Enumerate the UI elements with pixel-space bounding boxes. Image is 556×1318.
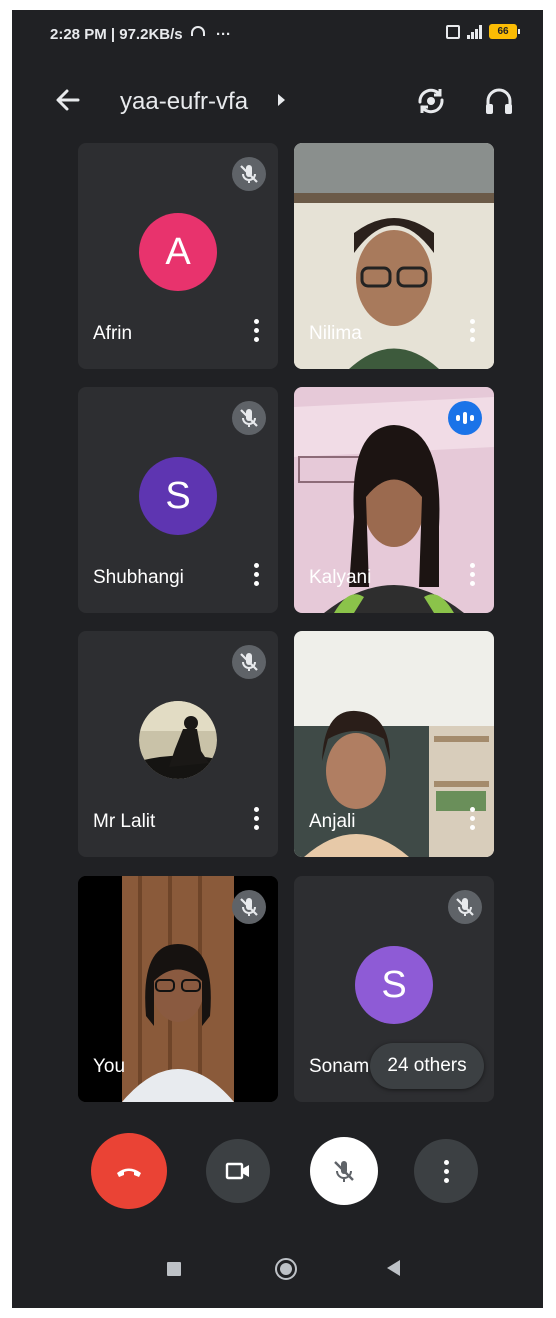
mic-toggle-button[interactable] <box>310 1137 378 1205</box>
participant-tile[interactable]: Kalyani <box>294 387 494 613</box>
participant-tile[interactable]: Anjali <box>294 631 494 857</box>
more-vertical-icon[interactable] <box>468 563 476 591</box>
participant-name: Nilima <box>309 323 362 344</box>
participant-name: Sonam <box>309 1056 370 1077</box>
nav-back-triangle-icon[interactable] <box>387 1260 400 1276</box>
participant-name: Shubhangi <box>93 567 184 588</box>
mic-off-icon <box>232 401 266 435</box>
avatar <box>139 701 217 779</box>
meeting-code[interactable]: yaa-eufr-vfa <box>120 88 248 116</box>
avatar: A <box>139 213 217 291</box>
participant-tile[interactable]: Mr Lalit <box>78 631 278 857</box>
self-tile[interactable]: You <box>78 876 278 1102</box>
avatar: S <box>355 946 433 1024</box>
more-vertical-icon[interactable] <box>252 563 260 591</box>
battery-icon: 66 <box>489 24 520 39</box>
mic-off-icon <box>232 645 266 679</box>
video-camera-icon <box>225 1162 249 1180</box>
others-count-chip[interactable]: 24 others <box>370 1043 484 1089</box>
mic-off-icon <box>334 1161 354 1182</box>
end-call-button[interactable] <box>91 1133 167 1209</box>
recents-square-icon[interactable] <box>167 1262 181 1276</box>
more-vertical-icon[interactable] <box>252 319 260 347</box>
more-vertical-icon[interactable] <box>468 807 476 835</box>
participant-name: You <box>93 1056 126 1077</box>
status-icons: 66 <box>446 24 520 39</box>
signal-icon <box>467 24 482 39</box>
participant-tile[interactable]: Nilima <box>294 143 494 369</box>
more-vertical-icon[interactable] <box>252 807 260 835</box>
camera-toggle-button[interactable] <box>206 1139 270 1203</box>
status-more: ··· <box>215 26 231 43</box>
meet-screen: 2:28 PM | 97.2KB/s ··· 66 yaa-eufr-vfa A… <box>12 10 543 1308</box>
network-speed: 97.2KB/s <box>119 26 183 43</box>
participant-tile[interactable]: S Shubhangi <box>78 387 278 613</box>
status-time: 2:28 PM <box>50 26 107 43</box>
more-vertical-icon <box>443 1159 449 1183</box>
home-circle-icon[interactable] <box>275 1258 297 1280</box>
participant-name: Mr Lalit <box>93 811 156 832</box>
top-bar: yaa-eufr-vfa <box>12 80 543 124</box>
headset-icon <box>190 26 205 36</box>
mic-off-icon <box>232 890 266 924</box>
mic-off-icon <box>232 157 266 191</box>
mic-off-icon <box>448 890 482 924</box>
android-nav-bar <box>12 1244 543 1294</box>
sim-icon <box>446 24 460 39</box>
switch-camera-icon[interactable] <box>412 82 450 120</box>
participant-name: Anjali <box>309 811 356 832</box>
back-arrow-icon[interactable] <box>50 82 86 118</box>
meeting-details-caret-icon[interactable] <box>278 94 285 106</box>
more-vertical-icon[interactable] <box>468 319 476 347</box>
call-controls <box>12 1133 543 1214</box>
participant-tile[interactable]: A Afrin <box>78 143 278 369</box>
end-call-icon <box>117 1168 141 1177</box>
avatar: S <box>139 457 217 535</box>
status-bar: 2:28 PM | 97.2KB/s ··· 66 <box>12 10 543 58</box>
speaking-indicator-icon <box>448 401 482 435</box>
headphones-icon[interactable] <box>480 82 518 120</box>
participant-name: Kalyani <box>309 567 372 588</box>
status-time-speed: 2:28 PM | 97.2KB/s ··· <box>50 26 231 43</box>
participant-name: Afrin <box>93 323 133 344</box>
more-options-button[interactable] <box>414 1139 478 1203</box>
